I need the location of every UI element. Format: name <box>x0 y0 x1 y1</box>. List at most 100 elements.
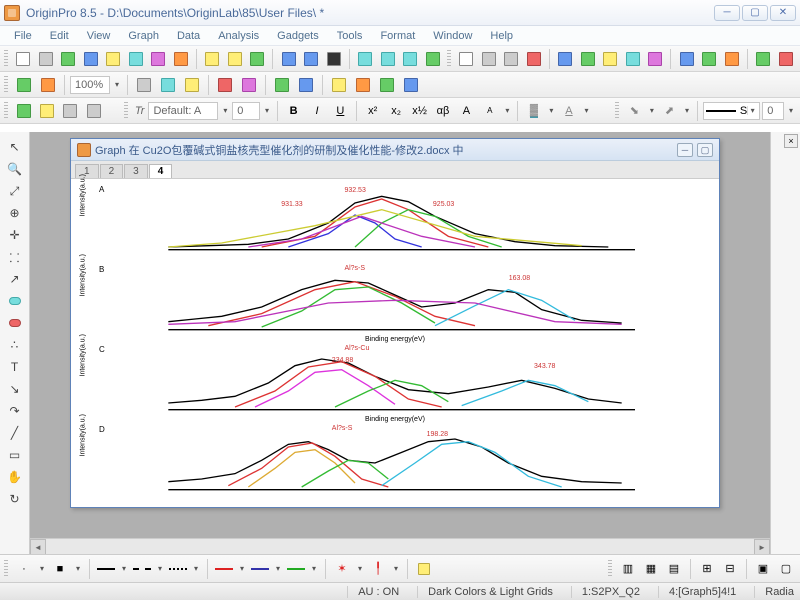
color-dropdown[interactable]: ▾ <box>237 564 247 573</box>
export-image-button[interactable] <box>181 74 203 96</box>
star-dropdown[interactable]: ▾ <box>355 564 365 573</box>
new-notes-button[interactable] <box>148 48 169 70</box>
unmask-tool[interactable] <box>6 314 24 332</box>
align-right-button[interactable]: ▤ <box>664 559 684 579</box>
add-axes-button[interactable] <box>60 100 81 122</box>
tab-4[interactable]: 4 <box>149 164 173 178</box>
text-tool[interactable]: T <box>6 358 24 376</box>
import-single-button[interactable] <box>377 48 398 70</box>
print-preview-button[interactable] <box>157 74 179 96</box>
data-selector-tool[interactable]: ⸬ <box>6 248 24 266</box>
extract-button[interactable] <box>400 74 422 96</box>
menu-edit[interactable]: Edit <box>42 28 77 44</box>
line-dot-button[interactable] <box>168 559 188 579</box>
rectangle-tool[interactable]: ▭ <box>6 446 24 464</box>
toolbar-grip[interactable] <box>615 102 619 120</box>
graph-maximize-button[interactable]: ▢ <box>697 143 713 157</box>
tab-3[interactable]: 3 <box>124 164 148 178</box>
superscript-button[interactable]: x² <box>362 100 383 122</box>
line-dropdown[interactable]: ▾ <box>119 564 129 573</box>
font-decrease-button[interactable]: A <box>479 100 500 122</box>
new-function-button[interactable] <box>170 48 191 70</box>
new-matrix-button[interactable] <box>58 48 79 70</box>
horizontal-scrollbar[interactable] <box>30 538 770 554</box>
plot-3d-button[interactable] <box>622 48 643 70</box>
symbol-square-button[interactable]: ■ <box>50 559 70 579</box>
plot-line-symbol-button[interactable] <box>501 48 522 70</box>
screen-reader-tool[interactable]: ✛ <box>6 226 24 244</box>
toolbar-grip[interactable] <box>4 50 8 68</box>
data-display-button[interactable] <box>238 74 260 96</box>
line-width-dropdown[interactable]: ▾ <box>786 106 796 115</box>
candlestick-button[interactable]: ╿ <box>368 559 388 579</box>
font-scale-dropdown[interactable]: ▾ <box>502 106 512 115</box>
greek-button[interactable]: αβ <box>432 100 453 122</box>
toolbar-grip[interactable] <box>447 50 451 68</box>
arrow-tool[interactable]: ↘ <box>6 380 24 398</box>
toolbar-grip[interactable] <box>4 76 8 94</box>
toolbar-grip[interactable] <box>124 102 128 120</box>
candle-dropdown[interactable]: ▾ <box>391 564 401 573</box>
hand-tool[interactable]: ✋ <box>6 468 24 486</box>
open-button[interactable] <box>202 48 223 70</box>
rescale-button[interactable] <box>13 74 35 96</box>
menu-help[interactable]: Help <box>482 28 521 44</box>
add-layer-button[interactable] <box>13 100 34 122</box>
highlight-button[interactable]: A <box>558 100 579 122</box>
symbol-dropdown[interactable]: ▾ <box>73 564 83 573</box>
line-style-combo[interactable]: S▾ <box>703 102 760 120</box>
database-button[interactable] <box>214 74 236 96</box>
run-button[interactable] <box>37 74 59 96</box>
menu-format[interactable]: Format <box>372 28 423 44</box>
align-center-button[interactable]: ▦ <box>641 559 661 579</box>
plot-scatter-button[interactable] <box>478 48 499 70</box>
fill-color-dropdown[interactable]: ▾ <box>682 106 692 115</box>
menu-window[interactable]: Window <box>425 28 480 44</box>
import-multiple-button[interactable] <box>400 48 421 70</box>
color-dropdown[interactable]: ▾ <box>309 564 319 573</box>
zoom-tool[interactable]: 🔍 <box>6 160 24 178</box>
front-button[interactable]: ▣ <box>753 559 773 579</box>
line-color-button[interactable]: ⬊ <box>624 100 645 122</box>
draw-tool[interactable]: ∴ <box>6 336 24 354</box>
print-button[interactable] <box>133 74 155 96</box>
open-template-button[interactable] <box>224 48 245 70</box>
toolbar-grip[interactable] <box>4 102 8 120</box>
tab-2[interactable]: 2 <box>100 164 124 178</box>
menu-view[interactable]: View <box>79 28 119 44</box>
menu-graph[interactable]: Graph <box>120 28 167 44</box>
plot-wire-button[interactable] <box>699 48 720 70</box>
mdi-area[interactable]: Graph 在 Cu2O包覆碱式铜盐核壳型催化剂的研制及催化性能-修改2.doc… <box>30 132 770 554</box>
underline-button[interactable]: U <box>330 100 351 122</box>
toolbar-grip[interactable] <box>4 560 8 578</box>
line-dropdown[interactable]: ▾ <box>155 564 165 573</box>
graph-titlebar[interactable]: Graph 在 Cu2O包覆碱式铜盐核壳型催化剂的研制及催化性能-修改2.doc… <box>71 139 719 161</box>
color-green-button[interactable] <box>286 559 306 579</box>
save-window-button[interactable] <box>323 48 344 70</box>
color-dropdown[interactable]: ▾ <box>273 564 283 573</box>
toolbar-grip[interactable] <box>608 560 612 578</box>
curved-arrow-tool[interactable]: ↷ <box>6 402 24 420</box>
color-blue-button[interactable] <box>250 559 270 579</box>
symbol-none-button[interactable]: · <box>14 559 34 579</box>
save-template-button[interactable] <box>301 48 322 70</box>
ungroup-button[interactable]: ⊟ <box>720 559 740 579</box>
align-left-button[interactable]: ▥ <box>618 559 638 579</box>
reimport-button[interactable] <box>423 48 444 70</box>
layer-management-button[interactable] <box>36 100 57 122</box>
font-size-combo[interactable]: 0 <box>232 102 260 120</box>
menu-analysis[interactable]: Analysis <box>210 28 267 44</box>
symbol-dropdown[interactable]: ▾ <box>37 564 47 573</box>
exchange-button[interactable] <box>83 100 104 122</box>
bold-button[interactable]: B <box>283 100 304 122</box>
graph-window[interactable]: Graph 在 Cu2O包覆碱式铜盐核壳型催化剂的研制及催化性能-修改2.doc… <box>70 138 720 508</box>
close-button[interactable]: ✕ <box>770 5 796 21</box>
refresh-button[interactable] <box>775 48 796 70</box>
line-width-combo[interactable]: 0 <box>762 102 784 120</box>
recalculate-button[interactable] <box>753 48 774 70</box>
line-color-dropdown[interactable]: ▾ <box>647 106 657 115</box>
line-solid-button[interactable] <box>96 559 116 579</box>
font-dropdown[interactable]: ▾ <box>220 106 230 115</box>
reader-tool[interactable]: ⊕ <box>6 204 24 222</box>
layer-button[interactable] <box>328 74 350 96</box>
